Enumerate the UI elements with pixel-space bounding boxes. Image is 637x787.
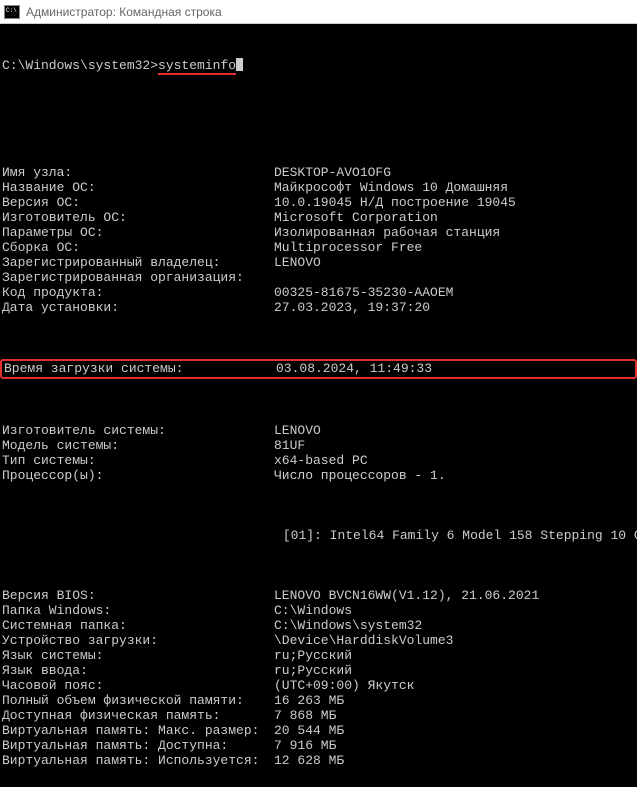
info-value: LENOVO BVCN16WW(V1.12), 21.06.2021 [274, 588, 539, 603]
info-row: Папка Windows:C:\Windows [2, 603, 635, 618]
info-label: Сборка ОС: [2, 240, 274, 255]
info-label: Изготовитель системы: [2, 423, 274, 438]
info-row: Версия ОС:10.0.19045 Н/Д построение 1904… [2, 195, 635, 210]
info-label: Виртуальная память: Доступна: [2, 738, 274, 753]
info-row: Модель системы:81UF [2, 438, 635, 453]
info-label: Системная папка: [2, 618, 274, 633]
info-value: LENOVO [274, 423, 321, 438]
info-value: 20 544 МБ [274, 723, 344, 738]
info-row: Изготовитель системы:LENOVO [2, 423, 635, 438]
info-label: Процессор(ы): [2, 468, 274, 483]
info-label: Изготовитель ОС: [2, 210, 274, 225]
command-text: systeminfo [158, 58, 236, 75]
info-row: Зарегистрированный владелец:LENOVO [2, 255, 635, 270]
info-row: Сборка ОС:Multiprocessor Free [2, 240, 635, 255]
prompt-line: C:\Windows\system32>systeminfo [2, 58, 635, 75]
info-value: ru;Русский [274, 648, 352, 663]
window-title: Администратор: Командная строка [26, 5, 222, 19]
info-value: Число процессоров - 1. [274, 468, 446, 483]
info-value: 7 868 МБ [274, 708, 336, 723]
info-row: Язык ввода:ru;Русский [2, 663, 635, 678]
prompt-path: C:\Windows\system32> [2, 58, 158, 75]
info-row: Виртуальная память: Доступна:7 916 МБ [2, 738, 635, 753]
info-row: Доступная физическая память:7 868 МБ [2, 708, 635, 723]
info-value: 10.0.19045 Н/Д построение 19045 [274, 195, 516, 210]
info-value: 12 628 МБ [274, 753, 344, 768]
info-row: Дата установки:27.03.2023, 19:37:20 [2, 300, 635, 315]
info-row: Зарегистрированная организация: [2, 270, 635, 285]
info-value: x64-based PC [274, 453, 368, 468]
info-row: Тип системы:x64-based PC [2, 453, 635, 468]
info-row: Имя узла:DESKTOP-AVO1OFG [2, 165, 635, 180]
info-value: 81UF [274, 438, 305, 453]
info-label: Устройство загрузки: [2, 633, 274, 648]
info-row: Устройство загрузки:\Device\HarddiskVolu… [2, 633, 635, 648]
info-row: Часовой пояс:(UTC+09:00) Якутск [2, 678, 635, 693]
info-value: Изолированная рабочая станция [274, 225, 500, 240]
info-row: Язык системы:ru;Русский [2, 648, 635, 663]
info-row: Версия BIOS:LENOVO BVCN16WW(V1.12), 21.0… [2, 588, 635, 603]
info-label: Зарегистрированный владелец: [2, 255, 274, 270]
info-value: LENOVO [274, 255, 321, 270]
window-titlebar[interactable]: Администратор: Командная строка [0, 0, 637, 24]
info-label: Виртуальная память: Макс. размер: [2, 723, 274, 738]
info-row: Код продукта:00325-81675-35230-AAOEM [2, 285, 635, 300]
info-row: Виртуальная память: Используется:12 628 … [2, 753, 635, 768]
info-label: Доступная физическая память: [2, 708, 274, 723]
info-value: 00325-81675-35230-AAOEM [274, 285, 453, 300]
text-cursor [236, 58, 243, 71]
info-row: Название ОС:Майкрософт Windows 10 Домашн… [2, 180, 635, 195]
info-value: 03.08.2024, 11:49:33 [276, 361, 432, 376]
info-value: (UTC+09:00) Якутск [274, 678, 414, 693]
info-label: Версия ОС: [2, 195, 274, 210]
info-value: C:\Windows [274, 603, 352, 618]
info-label: Полный объем физической памяти: [2, 693, 274, 708]
cmd-icon [4, 5, 20, 19]
info-value: \Device\HarddiskVolume3 [274, 633, 453, 648]
info-label: Код продукта: [2, 285, 274, 300]
info-row: Системная папка:C:\Windows\system32 [2, 618, 635, 633]
info-row: Полный объем физической памяти:16 263 МБ [2, 693, 635, 708]
info-label: Часовой пояс: [2, 678, 274, 693]
info-row: Параметры ОС:Изолированная рабочая станц… [2, 225, 635, 240]
info-label: Параметры ОС: [2, 225, 274, 240]
info-label: Зарегистрированная организация: [2, 270, 274, 285]
info-value: Microsoft Corporation [274, 210, 438, 225]
info-value: 27.03.2023, 19:37:20 [274, 300, 430, 315]
info-label: Язык ввода: [2, 663, 274, 678]
info-label: Время загрузки системы: [4, 361, 276, 376]
info-value: 7 916 МБ [274, 738, 336, 753]
info-row: Процессор(ы):Число процессоров - 1. [2, 468, 635, 483]
info-label: Виртуальная память: Используется: [2, 753, 274, 768]
info-label: Тип системы: [2, 453, 274, 468]
processor-detail: [01]: Intel64 Family 6 Model 158 Steppin… [2, 528, 637, 543]
info-label: Версия BIOS: [2, 588, 274, 603]
processor-detail-row: [01]: Intel64 Family 6 Model 158 Steppin… [2, 528, 635, 543]
info-value: C:\Windows\system32 [274, 618, 422, 633]
terminal-output[interactable]: C:\Windows\system32>systeminfo Имя узла:… [0, 24, 637, 787]
info-row: Изготовитель ОС:Microsoft Corporation [2, 210, 635, 225]
info-value: Multiprocessor Free [274, 240, 422, 255]
info-value: 16 263 МБ [274, 693, 344, 708]
info-value: ru;Русский [274, 663, 352, 678]
info-value: Майкрософт Windows 10 Домашняя [274, 180, 508, 195]
info-label: Язык системы: [2, 648, 274, 663]
info-value: DESKTOP-AVO1OFG [274, 165, 391, 180]
boot-time-row: Время загрузки системы:03.08.2024, 11:49… [0, 359, 637, 379]
info-label: Дата установки: [2, 300, 274, 315]
info-row: Виртуальная память: Макс. размер:20 544 … [2, 723, 635, 738]
info-label: Модель системы: [2, 438, 274, 453]
info-label: Папка Windows: [2, 603, 274, 618]
info-label: Название ОС: [2, 180, 274, 195]
info-label: Имя узла: [2, 165, 274, 180]
